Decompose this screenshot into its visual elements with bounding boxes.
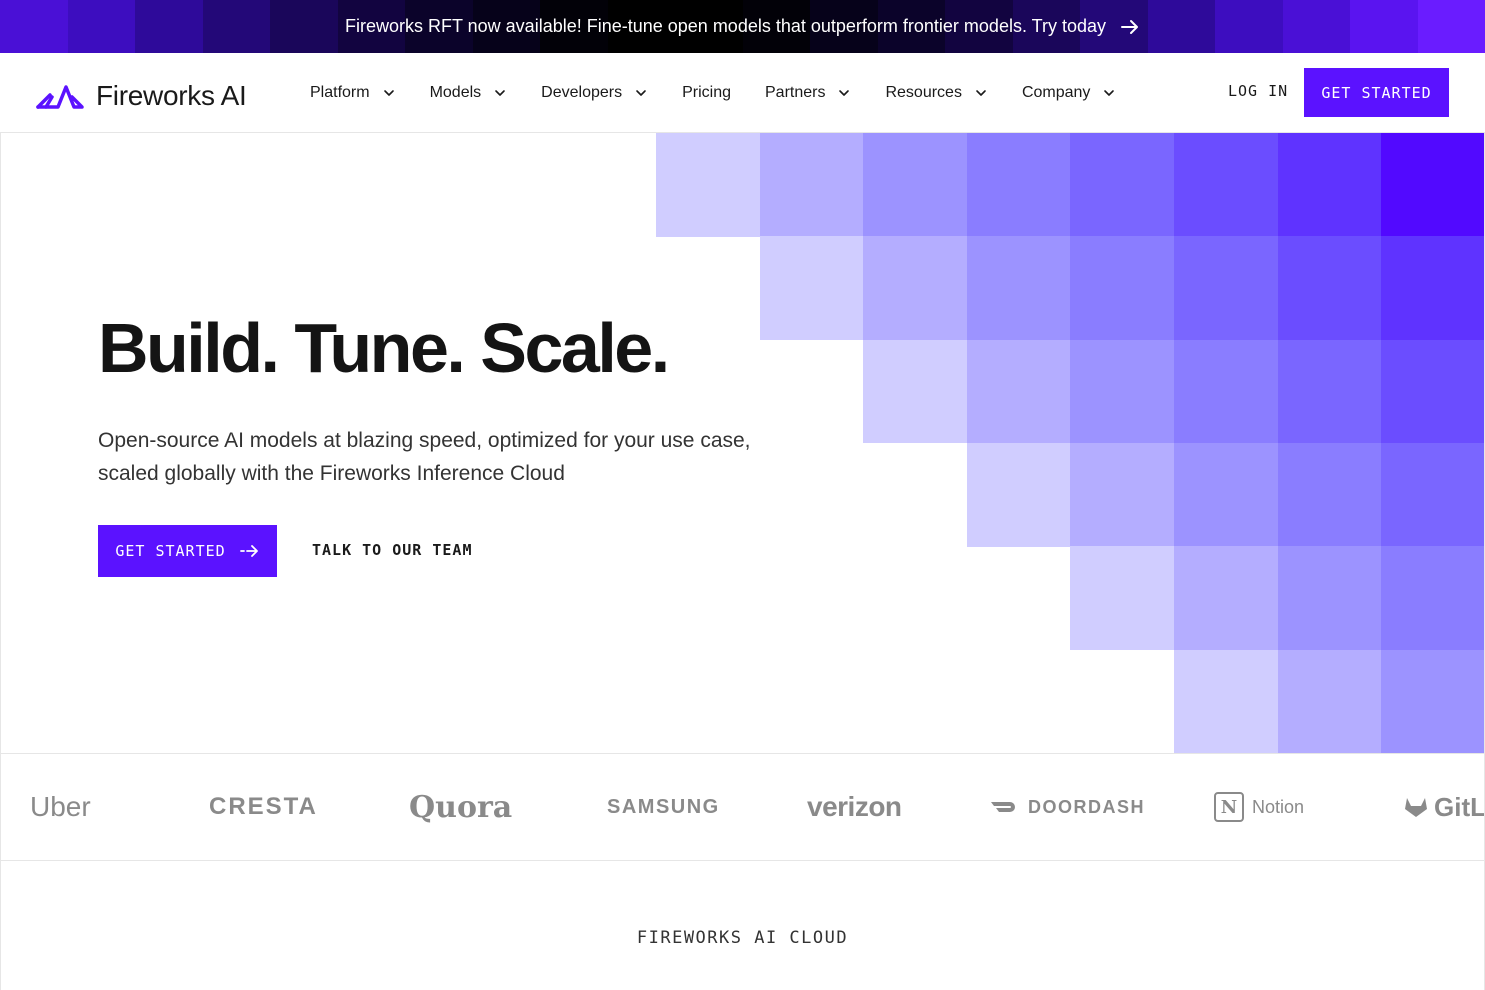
- samsung-logo-text: SAMSUNG: [607, 795, 720, 818]
- nav-item-resources[interactable]: Resources: [885, 84, 987, 102]
- notion-logo-text: Notion: [1252, 796, 1305, 817]
- get-started-nav-label: GET STARTED: [1321, 83, 1432, 102]
- nav-item-label: Company: [1021, 84, 1091, 101]
- announcement-banner-content[interactable]: Fireworks RFT now available! Fine-tune o…: [0, 0, 1485, 53]
- hero-grid-cell: [1070, 442, 1175, 547]
- uber-logo: Uber: [30, 754, 91, 860]
- nav-item-label: Pricing: [682, 84, 731, 101]
- section-heading: FIREWORKS AI CLOUD: [636, 928, 849, 948]
- get-started-hero-button[interactable]: GET STARTED: [98, 525, 277, 577]
- hero-grid-cell: [1381, 236, 1485, 341]
- verizon-logo-text: verizon: [807, 791, 902, 822]
- hero-grid-cell: [1381, 442, 1485, 547]
- hero-grid-cell: [1174, 442, 1279, 547]
- hero-grid-cell: [1381, 649, 1485, 754]
- frame-border-left: [0, 133, 1, 990]
- chevron-down-icon: [839, 90, 850, 96]
- chevron-down-icon: [636, 90, 646, 96]
- login-link[interactable]: LOG IN: [1228, 82, 1288, 100]
- cresta-logo: CRESTA: [209, 754, 318, 860]
- hero-subtitle: Open-source AI models at blazing speed, …: [98, 429, 751, 485]
- gitlab-logo-text: GitLab: [1434, 791, 1485, 822]
- hero-grid-cell: [1381, 133, 1485, 237]
- nav-item-platform[interactable]: Platform: [310, 84, 396, 102]
- hero-grid-cell: [1277, 649, 1382, 754]
- quora-logo-text: Quora: [409, 789, 513, 825]
- hero-grid-cell: [1174, 649, 1279, 754]
- notion-n-icon: N: [1214, 792, 1244, 822]
- hero-grid-cell: [1174, 133, 1279, 237]
- hero-grid-cell: [1381, 339, 1485, 444]
- hero-grid-cell: [863, 236, 968, 341]
- talk-to-team-link[interactable]: TALK TO OUR TEAM: [312, 541, 473, 559]
- chevron-down-icon: [383, 90, 394, 96]
- notion-logo: N Notion: [1214, 754, 1304, 860]
- hero-grid-cell: [1277, 236, 1382, 341]
- hero-grid-cell: [759, 236, 864, 341]
- samsung-logo: SAMSUNG: [607, 754, 720, 860]
- uber-logo-text: Uber: [30, 791, 91, 822]
- hero-grid-cell: [1070, 339, 1175, 444]
- gitlab-logo: GitLab: [1404, 754, 1485, 860]
- chevron-down-icon: [976, 90, 986, 96]
- nav-item-label: Partners: [765, 84, 826, 101]
- hero-grid-cell: [1277, 442, 1382, 547]
- nav-item-label: Platform: [310, 84, 370, 101]
- hero-grid-cell: [966, 236, 1071, 341]
- nav-item-label: Developers: [541, 84, 623, 101]
- get-started-hero-label: GET STARTED: [115, 542, 226, 560]
- chevron-down-icon: [1104, 90, 1115, 96]
- quora-logo: Quora: [409, 754, 512, 860]
- hero-grid-cell: [966, 133, 1071, 237]
- nav-item-company[interactable]: Company: [1022, 84, 1116, 102]
- customer-logos-strip: Uber CRESTA Quora SAMSUNG verizon DOORDA…: [0, 753, 1485, 861]
- doordash-logo: DOORDASH: [990, 754, 1145, 860]
- nav-item-partners[interactable]: Partners: [765, 84, 851, 102]
- fireworks-logo-icon: [36, 85, 84, 109]
- cresta-logo-text: CRESTA: [209, 793, 318, 820]
- nav-menu: Platform Models Developers Pricing Partners R…: [310, 53, 1150, 133]
- doordash-dash-icon: [991, 802, 1015, 812]
- hero-grid-cell: [966, 442, 1071, 547]
- hero-grid-cell: [1277, 339, 1382, 444]
- hero-grid-cell: [1381, 546, 1485, 650]
- brand-logo[interactable]: Fireworks AI: [36, 80, 247, 112]
- hero-grid-cell: [1070, 236, 1175, 341]
- logo-text: Fireworks AI: [96, 80, 247, 111]
- hero-grid-cell: [863, 339, 968, 444]
- verizon-logo: verizon: [807, 754, 902, 860]
- hero-grid-cell: [1277, 546, 1382, 650]
- announcement-text[interactable]: Fireworks RFT now available! Fine-tune o…: [345, 16, 1106, 37]
- hero-title: Build. Tune. Scale.: [98, 309, 670, 387]
- arrow-dotted-right-icon: [239, 545, 258, 557]
- hero-grid-cell: [1070, 546, 1175, 650]
- hero-grid-cell: [1174, 236, 1279, 341]
- nav-item-models[interactable]: Models: [430, 84, 508, 102]
- get-started-nav-button[interactable]: GET STARTED: [1304, 68, 1449, 117]
- hero-grid-cell: [966, 339, 1071, 444]
- chevron-down-icon: [495, 90, 505, 96]
- hero-grid-cell: [1070, 133, 1175, 237]
- arrow-right-icon: [1121, 19, 1138, 34]
- hero-grid-cell: [1277, 133, 1382, 237]
- nav-item-pricing[interactable]: Pricing: [682, 84, 731, 102]
- hero-grid-cell: [1174, 546, 1279, 650]
- nav-item-label: Resources: [885, 84, 962, 101]
- hero-grid-cell: [1174, 339, 1279, 444]
- gitlab-fox-icon: [1405, 798, 1427, 817]
- doordash-logo-text: DOORDASH: [1028, 796, 1146, 817]
- nav-item-developers[interactable]: Developers: [541, 84, 648, 102]
- main-navigation: Fireworks AI Platform Models Developers Pri…: [0, 53, 1485, 133]
- hero-grid-cell: [759, 133, 864, 237]
- hero-grid-cell: [863, 133, 968, 237]
- nav-item-label: Models: [429, 84, 482, 101]
- hero-grid-cell: [656, 133, 761, 237]
